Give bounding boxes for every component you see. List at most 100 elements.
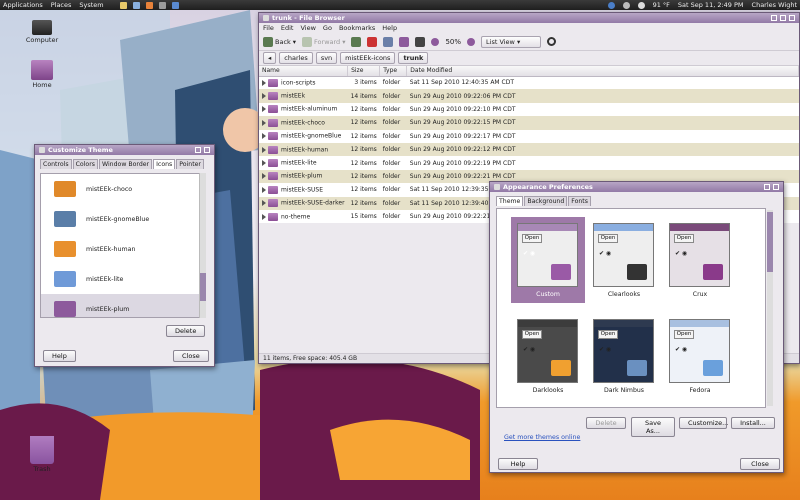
list-item[interactable]: mistEEk-lite [41, 264, 203, 294]
expander-icon[interactable] [262, 186, 266, 193]
tab-pointer[interactable]: Pointer [176, 159, 204, 169]
theme-thumbnail[interactable]: Open ✔ ◉ Fedora [663, 313, 737, 399]
menu-help[interactable]: Help [382, 24, 397, 32]
theme-thumbnail-partial[interactable] [663, 403, 737, 407]
search-icon[interactable] [547, 37, 557, 46]
column-date[interactable]: Date Modified [406, 66, 799, 77]
notes-launcher-icon[interactable] [119, 1, 127, 9]
list-item[interactable]: mistEEk-plum [41, 294, 203, 317]
title-bar[interactable]: trunk - File Browser [259, 13, 799, 23]
menu-go[interactable]: Go [323, 24, 332, 32]
tab-fonts[interactable]: Fonts [568, 196, 591, 206]
help-button[interactable]: Help [498, 458, 538, 470]
delete-theme-button[interactable]: Delete [586, 417, 626, 429]
list-item[interactable]: mistEEk-choco [41, 174, 203, 204]
table-row[interactable]: mistEEk-gnomeBlue 12 items folder Sun 29 Au… [259, 130, 799, 143]
back-button[interactable]: Back ▾ [263, 36, 296, 47]
theme-thumbnail-partial[interactable] [511, 403, 585, 407]
table-row[interactable]: mistEEk-lite 12 items folder Sun 29 Aug 201… [259, 156, 799, 169]
install-button[interactable]: Install... [731, 417, 775, 429]
network-launcher-icon[interactable] [171, 1, 179, 9]
breadcrumb-svn[interactable]: svn [315, 52, 338, 64]
breadcrumb-toggle[interactable]: ◂ [263, 52, 277, 64]
table-row[interactable]: mistEEk-choco 12 items folder Sun 29 Aug 20… [259, 116, 799, 130]
table-row[interactable]: mistEEk-aluminum 12 items folder Sun 29 Aug… [259, 103, 799, 116]
breadcrumb-charles[interactable]: charles [279, 52, 313, 64]
close-dialog-button[interactable]: Close [173, 350, 209, 362]
theme-thumbnail[interactable]: Open ✔ ◉ Custom [511, 217, 585, 303]
scrollbar-thumb[interactable] [200, 273, 206, 301]
column-size[interactable]: Size [347, 66, 381, 77]
theme-thumbnail[interactable]: Open ✔ ◉ Clearlooks [587, 217, 661, 303]
tab-controls[interactable]: Controls [40, 159, 72, 169]
help-button[interactable]: Help [43, 350, 76, 362]
close-button[interactable] [789, 15, 795, 21]
gallery-scrollbar[interactable] [767, 210, 773, 406]
stop-icon[interactable] [367, 36, 378, 47]
breadcrumb-misteek-icons[interactable]: mistEEk-icons [340, 52, 396, 64]
expander-icon[interactable] [262, 119, 266, 126]
home-icon[interactable] [399, 36, 410, 47]
reload-icon[interactable] [383, 36, 394, 47]
desktop-icon-trash[interactable]: Trash [17, 436, 67, 473]
up-arrow-icon[interactable] [351, 36, 362, 47]
expander-icon[interactable] [262, 213, 266, 220]
list-item[interactable]: mistEEk-human [41, 234, 203, 264]
expander-icon[interactable] [262, 93, 266, 100]
user-menu[interactable]: Charles Wight [752, 1, 797, 9]
expander-icon[interactable] [262, 79, 266, 86]
desktop-icon-home[interactable]: Home [17, 60, 67, 89]
column-type[interactable]: Type [379, 66, 408, 77]
menu-file[interactable]: File [263, 24, 274, 32]
expander-icon[interactable] [262, 106, 266, 113]
table-row[interactable]: mistEEk 14 items folder Sun 29 Aug 2010 09:… [259, 89, 799, 103]
scrollbar-thumb[interactable] [767, 212, 773, 272]
tab-colors[interactable]: Colors [72, 159, 98, 169]
minimize-button[interactable] [771, 15, 777, 21]
title-bar[interactable]: Customize Theme [35, 145, 214, 155]
theme-thumbnail[interactable]: Open ✔ ◉ Crux [663, 217, 737, 303]
expander-icon[interactable] [262, 160, 266, 167]
view-mode-select[interactable]: List View ▾ [481, 35, 542, 48]
expander-icon[interactable] [262, 146, 266, 153]
breadcrumb-trunk[interactable]: trunk [398, 52, 429, 64]
table-row[interactable]: mistEEk-human 12 items folder Sun 29 Aug 20… [259, 142, 799, 157]
menu-places[interactable]: Places [51, 1, 72, 9]
desktop-icon-computer[interactable]: Computer [17, 20, 67, 44]
maximize-button[interactable] [780, 15, 786, 21]
theme-thumbnail[interactable]: Open ✔ ◉ Dark Nimbus [587, 313, 661, 399]
computer-icon[interactable] [415, 36, 426, 47]
files-launcher-icon[interactable] [132, 1, 140, 9]
column-name[interactable]: Name [259, 66, 349, 77]
tab-background[interactable]: Background [524, 196, 568, 206]
tab-theme[interactable]: Theme [496, 196, 524, 206]
expander-icon[interactable] [262, 200, 266, 207]
network-icon[interactable] [607, 1, 615, 9]
menu-bookmarks[interactable]: Bookmarks [339, 24, 375, 32]
close-dialog-button[interactable]: Close [740, 458, 780, 470]
theme-thumbnail-partial[interactable] [587, 403, 661, 407]
more-themes-link[interactable]: Get more themes online [504, 434, 580, 441]
scrollbar[interactable] [199, 173, 206, 318]
save-as-button[interactable]: Save As... [631, 417, 675, 437]
customize-button[interactable]: Customize... [679, 417, 728, 429]
title-bar[interactable]: Appearance Preferences [490, 182, 783, 192]
volume-icon[interactable] [622, 1, 630, 9]
clock[interactable]: Sat Sep 11, 2:49 PM [678, 1, 744, 9]
menu-applications[interactable]: Applications [3, 1, 43, 9]
battery-icon[interactable] [637, 1, 645, 9]
close-button[interactable] [204, 147, 210, 153]
zoom-out-icon[interactable] [431, 37, 440, 46]
zoom-in-icon[interactable] [467, 37, 476, 46]
maximize-button[interactable] [195, 147, 201, 153]
table-row[interactable]: icon-scripts 3 items folder Sat 11 Sep 2010… [259, 76, 799, 89]
menu-edit[interactable]: Edit [281, 24, 294, 32]
expander-icon[interactable] [262, 133, 266, 140]
menu-view[interactable]: View [300, 24, 315, 32]
close-button[interactable] [773, 184, 779, 190]
terminal-launcher-icon[interactable] [158, 1, 166, 9]
firefox-launcher-icon[interactable] [145, 1, 153, 9]
theme-thumbnail[interactable]: Open ✔ ◉ Darklooks [511, 313, 585, 399]
tab-icons[interactable]: Icons [153, 159, 176, 169]
weather-readout[interactable]: 91 °F [653, 1, 670, 9]
